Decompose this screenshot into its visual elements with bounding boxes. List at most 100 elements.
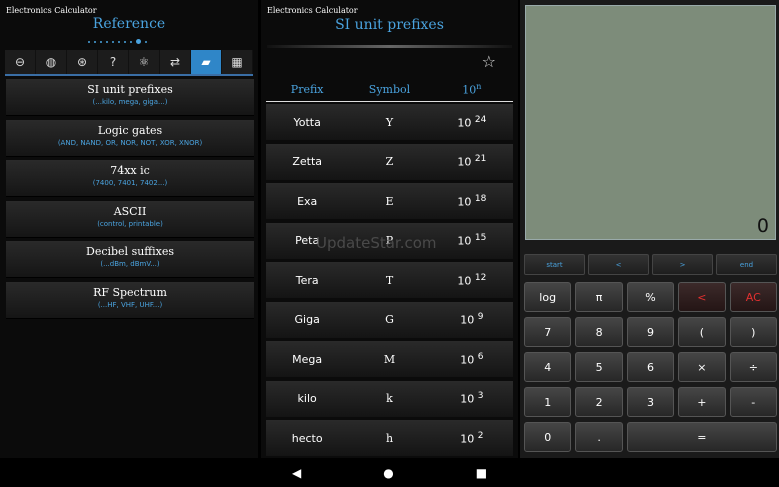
key-button[interactable]: . xyxy=(575,422,623,452)
cursor-right-button[interactable]: > xyxy=(652,254,713,275)
symbol-cell: E xyxy=(385,194,394,208)
key-button[interactable]: 4 xyxy=(524,352,572,382)
power-exponent: 12 xyxy=(474,272,487,283)
book-icon[interactable]: ▰ xyxy=(191,50,222,74)
menu-item[interactable]: RF Spectrum (...HF, VHF, UHF...) xyxy=(6,281,254,319)
key-button[interactable]: log xyxy=(524,282,572,312)
power-cell: 10 2 xyxy=(431,431,513,446)
system-nav-bar: ◀ ● ■ xyxy=(0,458,779,487)
key-button[interactable]: + xyxy=(678,387,726,417)
app-title: Electronics Calculator xyxy=(6,6,97,15)
symbol-cell: M xyxy=(383,352,396,366)
key-button[interactable]: = xyxy=(626,422,777,452)
table-row: Mega M 10 6 xyxy=(266,341,513,377)
divider xyxy=(267,45,512,48)
power-base: 10 xyxy=(457,274,472,288)
table-row: kilo k 10 3 xyxy=(266,380,513,417)
page-dot xyxy=(94,40,96,43)
favorite-star-icon[interactable]: ☆ xyxy=(482,52,496,71)
display-value: 0 xyxy=(756,215,769,237)
key-button[interactable]: 1 xyxy=(524,387,572,417)
column-header-symbol: Symbol xyxy=(368,82,411,96)
page-dot xyxy=(112,40,114,43)
menu-item[interactable]: 74xx ic (7400, 7401, 7402...) xyxy=(6,160,254,197)
recents-icon[interactable]: ■ xyxy=(476,466,487,480)
key-button[interactable]: 2 xyxy=(575,387,623,417)
table-row: Zetta Z 10 21 xyxy=(266,143,513,180)
power-cell: 10 6 xyxy=(431,352,513,367)
table-header: Prefix Symbol 10n xyxy=(266,77,513,102)
key-button[interactable]: 9 xyxy=(626,317,675,347)
page-dot xyxy=(130,40,132,43)
cursor-left-button[interactable]: < xyxy=(588,254,649,275)
power-base: 10 xyxy=(457,155,472,169)
cursor-controls: start < > end xyxy=(524,254,777,275)
key-button[interactable]: ( xyxy=(678,317,726,347)
power-cell: 10 9 xyxy=(431,312,513,327)
power-exponent: 9 xyxy=(477,312,484,323)
menu-item-title: RF Spectrum xyxy=(93,285,167,299)
menu-item[interactable]: Decibel suffixes (...dBm, dBmV...) xyxy=(6,241,254,278)
power-base: 10 xyxy=(460,353,475,367)
home-icon[interactable]: ● xyxy=(383,466,393,480)
power-exponent: 6 xyxy=(477,351,484,362)
menu-item[interactable]: ASCII (control, printable) xyxy=(6,200,254,238)
swap-arrows-icon[interactable]: ⇄ xyxy=(160,50,191,74)
power-cell: 10 3 xyxy=(431,391,513,406)
cursor-start-button[interactable]: start xyxy=(524,254,585,275)
prefix-cell: Exa xyxy=(297,194,318,208)
page-dot xyxy=(136,39,141,44)
page-dot xyxy=(118,40,120,43)
symbol-cell: h xyxy=(385,431,394,445)
key-button[interactable]: 5 xyxy=(575,352,623,382)
key-button[interactable]: 6 xyxy=(626,352,675,382)
menu-item-subtitle: (...dBm, dBmV...) xyxy=(100,260,160,268)
key-button[interactable]: 8 xyxy=(575,317,623,347)
menu-item-subtitle: (AND, NAND, OR, NOR, NOT, XOR, XNOR) xyxy=(57,138,203,147)
menu-item-subtitle: (...kilo, mega, giga...) xyxy=(92,98,168,106)
key-button[interactable]: 3 xyxy=(626,387,675,417)
power-cell: 10 18 xyxy=(431,194,513,209)
atom-icon[interactable]: ⚛ xyxy=(129,50,160,74)
watermark: UpdateStar.com xyxy=(316,234,437,252)
power-exponent: 3 xyxy=(477,391,484,402)
question-icon[interactable]: ? xyxy=(98,50,129,74)
cursor-end-button[interactable]: end xyxy=(716,254,777,275)
key-button[interactable]: % xyxy=(626,282,675,312)
key-button[interactable]: π xyxy=(575,282,623,312)
table-icon[interactable]: ▦ xyxy=(222,50,253,74)
symbol-cell: Y xyxy=(385,115,394,129)
page-dot xyxy=(106,40,108,43)
app-title: Electronics Calculator xyxy=(267,6,358,15)
menu-item[interactable]: Logic gates (AND, NAND, OR, NOR, NOT, XOR… xyxy=(6,119,254,157)
waveform-icon[interactable]: ◍ xyxy=(36,50,67,74)
prefix-cell: Tera xyxy=(295,273,319,287)
ac-dc-icon[interactable]: ⊛ xyxy=(67,50,98,74)
key-button[interactable]: × xyxy=(678,352,726,382)
power-base: 10 xyxy=(457,234,472,248)
page-title: Reference xyxy=(92,16,166,32)
resistor-icon[interactable]: ⊖ xyxy=(5,50,36,74)
key-button[interactable]: - xyxy=(729,387,777,417)
back-icon[interactable]: ◀ xyxy=(292,466,301,480)
menu-item[interactable]: SI unit prefixes (...kilo, mega, giga...) xyxy=(6,79,254,116)
column-header-prefix: Prefix xyxy=(290,82,324,96)
keypad: log π% < AC 7 8 9() 4 5 6 × ÷ 1 2 3 + - 0. = xyxy=(524,282,777,452)
calculator-display: 0 xyxy=(525,5,776,240)
key-button[interactable]: ÷ xyxy=(729,352,777,382)
power-base: 10 xyxy=(457,195,472,209)
power-cell: 10 24 xyxy=(431,115,513,130)
symbol-cell: G xyxy=(385,313,394,326)
key-button[interactable]: ) xyxy=(729,317,777,347)
key-button[interactable]: 0 xyxy=(524,422,572,452)
symbol-cell: Z xyxy=(385,155,394,168)
key-button[interactable]: < xyxy=(678,282,726,312)
power-cell: 10 21 xyxy=(431,154,513,169)
table-row: Tera T 10 12 xyxy=(266,262,513,298)
key-button[interactable]: 7 xyxy=(524,317,572,347)
symbol-cell: T xyxy=(385,273,394,287)
page-title: SI unit prefixes xyxy=(335,17,444,33)
column-header-power: 10n xyxy=(462,81,482,97)
power-cell: 10 15 xyxy=(431,233,513,248)
key-button[interactable]: AC xyxy=(729,282,777,312)
